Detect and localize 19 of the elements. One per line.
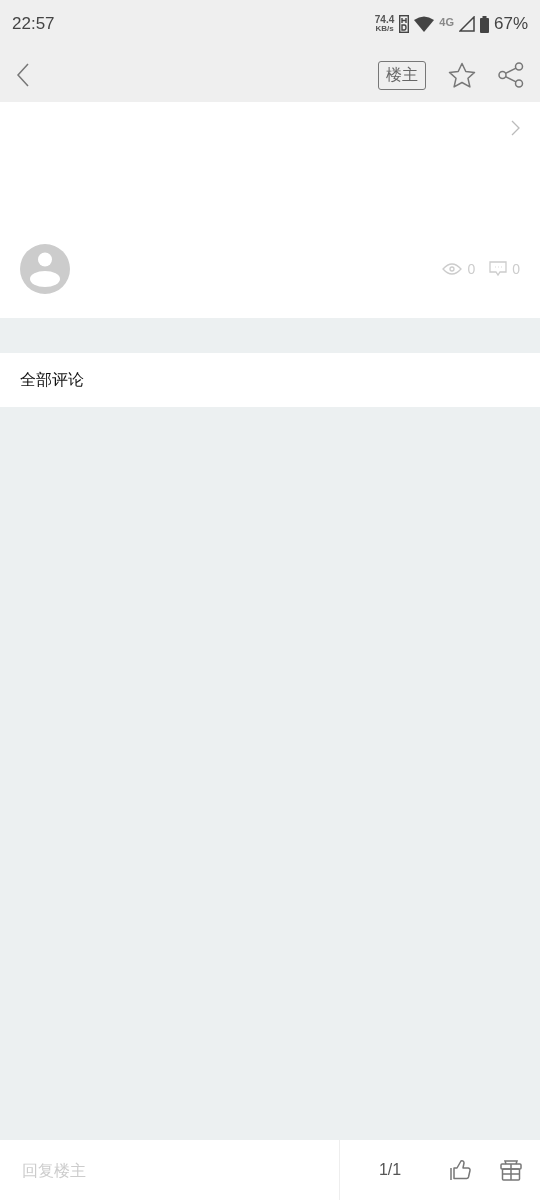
status-time: 22:57 (12, 14, 55, 34)
gift-icon[interactable] (500, 1159, 522, 1181)
page-indicator[interactable]: 1/1 (339, 1140, 430, 1200)
back-icon[interactable] (16, 63, 30, 87)
avatar-icon (20, 244, 70, 294)
hd-icon (399, 15, 410, 33)
owner-only-button[interactable]: 楼主 (378, 60, 426, 90)
network-speed: 74.4 KB/s (374, 15, 395, 33)
star-icon[interactable] (448, 61, 476, 89)
signal-icon (458, 16, 475, 32)
wifi-icon (414, 16, 435, 32)
battery-level: 67% (493, 14, 528, 34)
network-type: 4G (439, 16, 454, 28)
comment-icon (489, 261, 508, 277)
eye-icon (442, 262, 463, 276)
all-comments-heading: 全部评论 (20, 369, 84, 391)
thumbs-up-icon[interactable] (450, 1159, 472, 1181)
battery-icon (479, 15, 489, 33)
share-icon[interactable] (498, 62, 524, 88)
